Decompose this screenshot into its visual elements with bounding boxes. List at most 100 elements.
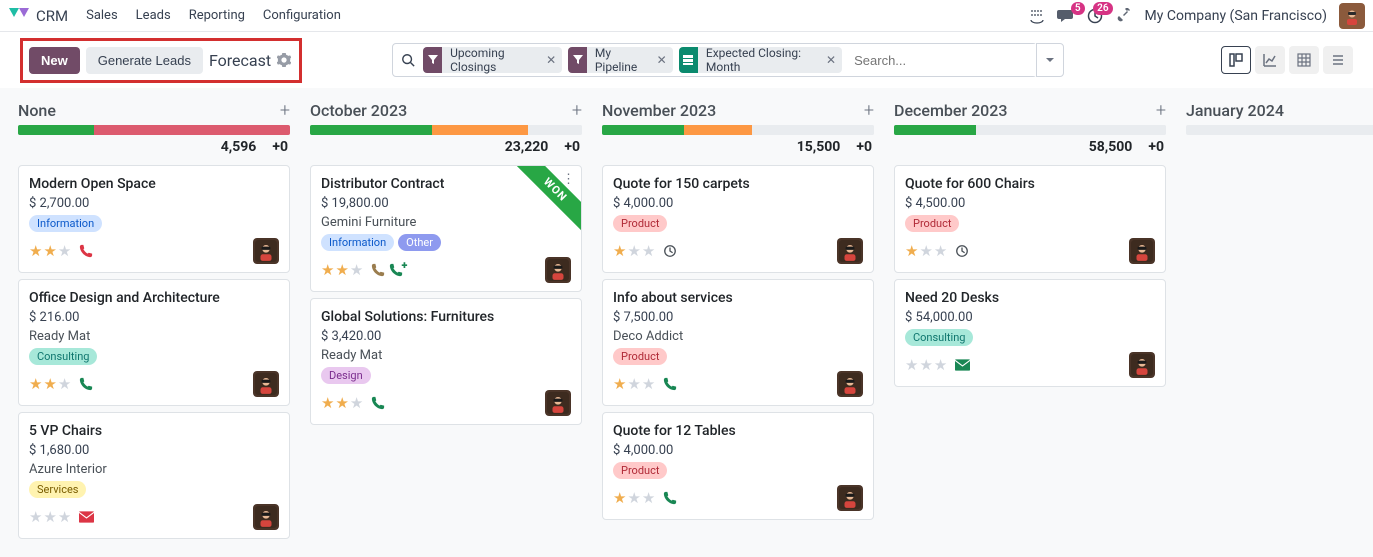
view-kanban-button[interactable] (1221, 46, 1251, 74)
activity-icon[interactable] (663, 491, 677, 505)
star-icon[interactable]: ★ (919, 242, 932, 260)
generate-leads-button[interactable]: Generate Leads (86, 47, 203, 74)
star-icon[interactable]: ★ (613, 375, 626, 393)
facet-remove-icon[interactable]: ✕ (651, 53, 673, 67)
column-progress[interactable] (18, 125, 290, 135)
column-add-button[interactable]: + (1156, 100, 1166, 121)
star-icon[interactable]: ★ (43, 242, 56, 260)
column-add-button[interactable]: + (280, 100, 290, 121)
activity-icon[interactable] (79, 244, 93, 258)
card-avatar[interactable] (1129, 238, 1155, 264)
column-add-button[interactable]: + (864, 100, 874, 121)
tag[interactable]: Information (321, 234, 394, 251)
activities-icon[interactable]: 26 (1087, 8, 1103, 24)
menu-leads[interactable]: Leads (136, 8, 171, 23)
activity-icon[interactable] (663, 244, 677, 258)
search-dropdown-button[interactable] (1036, 43, 1064, 77)
star-icon[interactable]: ★ (934, 356, 947, 374)
activity-icon[interactable] (955, 359, 970, 371)
priority-stars[interactable]: ★★★ (29, 375, 71, 393)
tag[interactable]: Services (29, 481, 86, 498)
activity-icon[interactable] (371, 396, 385, 410)
star-icon[interactable]: ★ (43, 375, 56, 393)
star-icon[interactable]: ★ (934, 242, 947, 260)
star-icon[interactable]: ★ (335, 394, 348, 412)
tag[interactable]: Consulting (29, 348, 97, 365)
star-icon[interactable]: ★ (642, 489, 655, 507)
kanban-card[interactable]: Info about services$ 7,500.00Deco Addict… (602, 279, 874, 406)
tools-icon[interactable] (1115, 8, 1131, 24)
priority-stars[interactable]: ★★★ (321, 394, 363, 412)
column-progress[interactable] (310, 125, 582, 135)
kanban-card[interactable]: Quote for 600 Chairs$ 4,500.00Product★★★ (894, 165, 1166, 273)
card-avatar[interactable] (545, 257, 571, 283)
activity-icon[interactable] (663, 377, 677, 391)
activity-icon[interactable] (79, 511, 94, 523)
column-title[interactable]: December 2023 (894, 101, 1007, 120)
star-icon[interactable]: ★ (642, 375, 655, 393)
kanban-card[interactable]: 5 VP Chairs$ 1,680.00Azure InteriorServi… (18, 412, 290, 539)
dialpad-icon[interactable] (1029, 8, 1045, 24)
priority-stars[interactable]: ★★★ (905, 242, 947, 260)
priority-stars[interactable]: ★★★ (29, 508, 71, 526)
column-title[interactable]: None (18, 101, 56, 120)
star-icon[interactable]: ★ (627, 489, 640, 507)
star-icon[interactable]: ★ (58, 375, 71, 393)
star-icon[interactable]: ★ (58, 242, 71, 260)
star-icon[interactable]: ★ (321, 394, 334, 412)
star-icon[interactable]: ★ (627, 375, 640, 393)
view-graph-button[interactable] (1255, 46, 1285, 74)
card-avatar[interactable] (1129, 352, 1155, 378)
menu-sales[interactable]: Sales (86, 8, 118, 23)
column-title[interactable]: October 2023 (310, 101, 407, 120)
tag[interactable]: Product (905, 215, 959, 232)
star-icon[interactable]: ★ (919, 356, 932, 374)
tag[interactable]: Consulting (905, 329, 973, 346)
column-progress[interactable] (894, 125, 1166, 135)
star-icon[interactable]: ★ (58, 508, 71, 526)
card-avatar[interactable] (837, 485, 863, 511)
tag[interactable]: Information (29, 215, 102, 232)
star-icon[interactable]: ★ (29, 375, 42, 393)
star-icon[interactable]: ★ (627, 242, 640, 260)
star-icon[interactable]: ★ (905, 356, 918, 374)
column-add-button[interactable]: + (572, 100, 582, 121)
column-title[interactable]: January 2024 (1186, 101, 1284, 120)
new-button[interactable]: New (29, 47, 80, 74)
activity-icon[interactable] (955, 244, 969, 258)
priority-stars[interactable]: ★★★ (905, 356, 947, 374)
tag[interactable]: Product (613, 348, 667, 365)
search-facet[interactable]: My Pipeline✕ (568, 47, 672, 73)
view-pivot-button[interactable] (1289, 46, 1319, 74)
star-icon[interactable]: ★ (350, 261, 363, 279)
kanban-card[interactable]: Global Solutions: Furnitures$ 3,420.00Re… (310, 298, 582, 425)
tag[interactable]: Design (321, 367, 371, 384)
star-icon[interactable]: ★ (29, 242, 42, 260)
gear-icon[interactable] (277, 53, 291, 67)
messages-icon[interactable]: 5 (1057, 8, 1075, 24)
kanban-card[interactable]: Quote for 150 carpets$ 4,000.00Product★★… (602, 165, 874, 273)
star-icon[interactable]: ★ (350, 394, 363, 412)
star-icon[interactable]: ★ (321, 261, 334, 279)
star-icon[interactable]: ★ (335, 261, 348, 279)
facet-remove-icon[interactable]: ✕ (820, 53, 842, 67)
column-progress[interactable] (602, 125, 874, 135)
search-facet[interactable]: Upcoming Closings✕ (423, 47, 562, 73)
kanban-card[interactable]: Quote for 12 Tables$ 4,000.00Product★★★ (602, 412, 874, 520)
priority-stars[interactable]: ★★★ (321, 261, 363, 279)
card-avatar[interactable] (253, 238, 279, 264)
star-icon[interactable]: ★ (905, 242, 918, 260)
priority-stars[interactable]: ★★★ (613, 375, 655, 393)
card-avatar[interactable] (253, 504, 279, 530)
tag[interactable]: Product (613, 462, 667, 479)
star-icon[interactable]: ★ (43, 508, 56, 526)
tag[interactable]: Product (613, 215, 667, 232)
tag[interactable]: Other (398, 234, 441, 251)
priority-stars[interactable]: ★★★ (613, 489, 655, 507)
card-avatar[interactable] (837, 371, 863, 397)
user-avatar[interactable] (1339, 3, 1365, 29)
card-avatar[interactable] (837, 238, 863, 264)
column-title[interactable]: November 2023 (602, 101, 716, 120)
priority-stars[interactable]: ★★★ (29, 242, 71, 260)
star-icon[interactable]: ★ (29, 508, 42, 526)
